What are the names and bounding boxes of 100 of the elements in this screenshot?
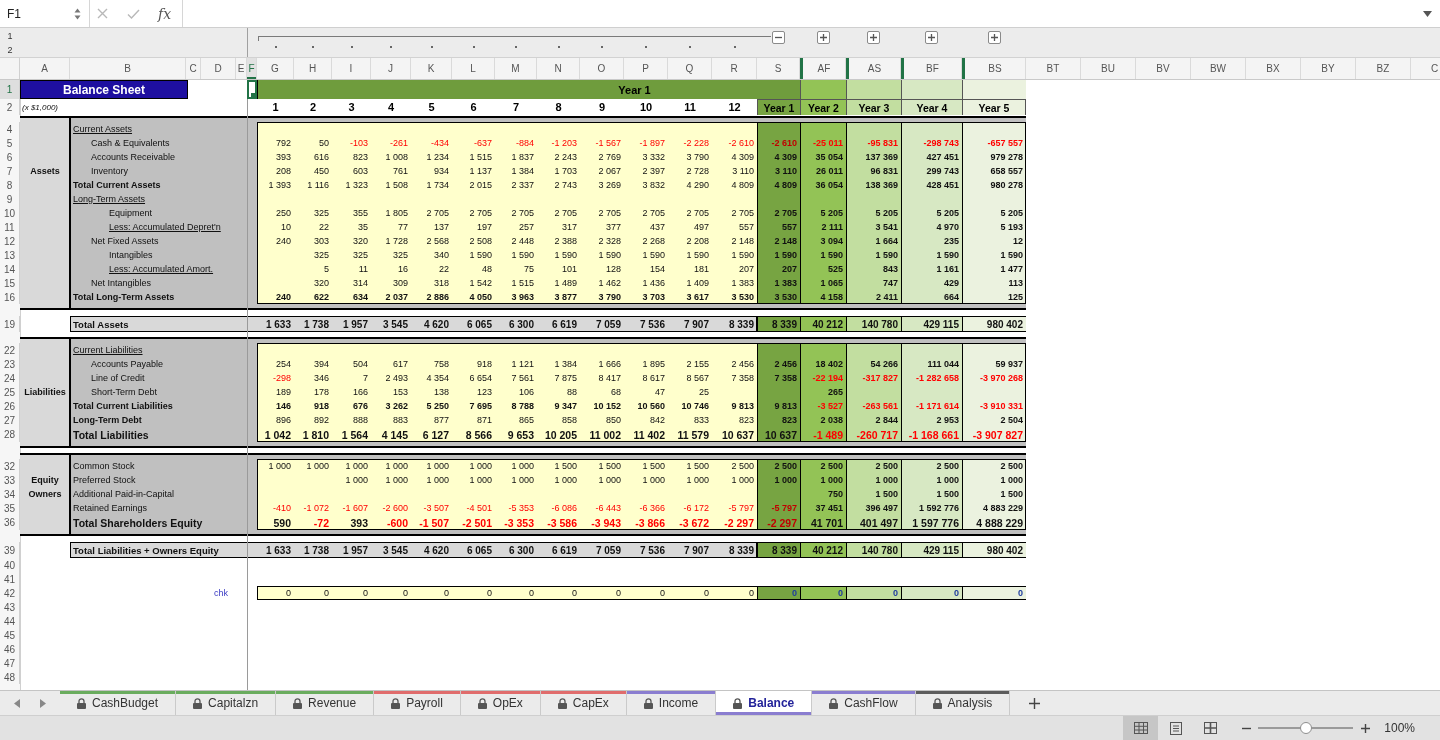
table-cell: 25 [699,387,709,397]
sheet-tab[interactable]: Payroll [374,691,461,715]
table-cell: 7 695 [469,401,492,411]
table-cell: 0 [403,588,408,598]
triangle-left-icon [14,698,20,708]
table-cell: 1 500 [642,461,665,471]
row-label: Long-Term Debt [73,415,142,425]
table-cell: 1 564 [341,428,368,441]
sheet-tab[interactable]: Income [626,691,717,715]
sheet-tab[interactable]: Analysis [915,691,1011,715]
sheet-tab[interactable]: CapEx [540,691,627,715]
row-header[interactable]: 1 [0,80,20,99]
sheet-tab[interactable]: CashFlow [812,691,916,715]
expand-button[interactable] [987,31,1001,44]
expand-button[interactable] [867,31,880,44]
column-header[interactable]: A [20,58,70,79]
table-cell: 1 590 [875,250,898,260]
column-header[interactable]: BY [1301,58,1356,79]
row-label: Total Current Assets [73,180,161,190]
table-cell: 1 065 [820,278,843,288]
function-button[interactable]: fx [155,5,175,22]
plus-icon [870,34,877,41]
row-label: Common Stock [73,461,135,471]
table-cell: 8 417 [598,373,621,383]
expand-button[interactable] [816,31,830,44]
column-header[interactable]: H [294,58,332,79]
table-cell: 0 [616,588,621,598]
column-header[interactable]: O [580,58,624,79]
column-header[interactable]: BU [1081,58,1136,79]
column-header[interactable]: BX [1246,58,1301,79]
table-cell: -2 610 [728,138,754,148]
column-header[interactable]: J [371,58,411,79]
table-cell: 3 262 [385,401,408,411]
expand-button[interactable] [925,31,938,44]
sheet-tab[interactable]: Balance [716,691,813,715]
table-cell: 146 [275,401,291,411]
table-cell: 1 137 [469,166,492,176]
table-cell: 4 145 [381,428,408,441]
column-header[interactable]: C [186,58,201,79]
table-cell: 823 [738,415,754,425]
column-header[interactable]: L [452,58,495,79]
plus-icon [1029,697,1041,709]
outline-level-button[interactable]: 1 [7,30,13,41]
column-header[interactable]: M [495,58,537,79]
table-cell: 980 402 [962,316,1026,332]
month-header: 3 [348,101,355,113]
column-header[interactable]: P [624,58,668,79]
table-cell: 1 000 [511,475,534,485]
column-header[interactable]: K [411,58,452,79]
section-label: Owners [28,489,62,499]
table-cell: 2 243 [554,152,577,162]
table-cell: 101 [561,264,577,274]
outline-level-button[interactable]: 2 [7,45,13,55]
table-cell: 47 [655,387,665,397]
check-icon[interactable] [127,8,140,19]
month-header: 4 [387,101,395,113]
table-cell: -1 507 [419,516,449,529]
chevron-icon[interactable] [1423,10,1432,17]
table-cell: 1 957 [342,318,368,330]
table-cell: 1 515 [469,152,492,162]
sheet-tab[interactable]: Revenue [276,691,375,715]
column-header[interactable]: I [332,58,371,79]
table-cell: 590 [273,516,291,529]
sheet-tab[interactable]: CashBudget [60,691,177,715]
page-break-icon [1204,722,1218,734]
table-cell: 0 [324,588,329,598]
table-cell: 1 590 [731,250,754,260]
column-header[interactable]: BT [1026,58,1081,79]
table-cell: 2 500 [774,461,797,471]
column-header[interactable]: R [712,58,757,79]
column-header[interactable]: BZ [1356,58,1411,79]
row-label: Total Current Liabilities [73,401,173,411]
normal-view-button[interactable] [1123,716,1159,740]
column-header[interactable]: N [537,58,580,79]
sheet-tab[interactable]: Capitalzn [176,691,277,715]
column-header[interactable]: Q [668,58,712,79]
table-cell: 3 963 [511,292,534,302]
name-box[interactable]: F1 [0,0,90,27]
table-cell: 1 837 [511,152,534,162]
column-header[interactable]: BW [1191,58,1246,79]
table-cell: 88 [567,387,577,397]
month-header: 12 [728,101,741,113]
table-cell: 1 738 [303,544,329,556]
table-cell: 842 [649,415,665,425]
table-cell: 6 300 [508,544,534,556]
collapse-button[interactable] [772,31,785,44]
table-cell: 7 907 [683,318,709,330]
table-cell: 850 [605,415,621,425]
table-cell: 1 462 [598,278,621,288]
sheet-tab[interactable]: OpEx [460,691,541,715]
column-header[interactable]: G [257,58,294,79]
column-header[interactable]: D [201,58,236,79]
column-header[interactable]: B [70,58,186,79]
column-header[interactable]: S [757,58,800,79]
zoom-in-button[interactable] [1361,723,1371,733]
table-cell: 1 008 [385,152,408,162]
slider-thumb[interactable] [1299,722,1312,734]
column-header[interactable]: BV [1136,58,1191,79]
column-header[interactable]: C [1411,58,1440,79]
column-header[interactable]: F [247,58,257,79]
